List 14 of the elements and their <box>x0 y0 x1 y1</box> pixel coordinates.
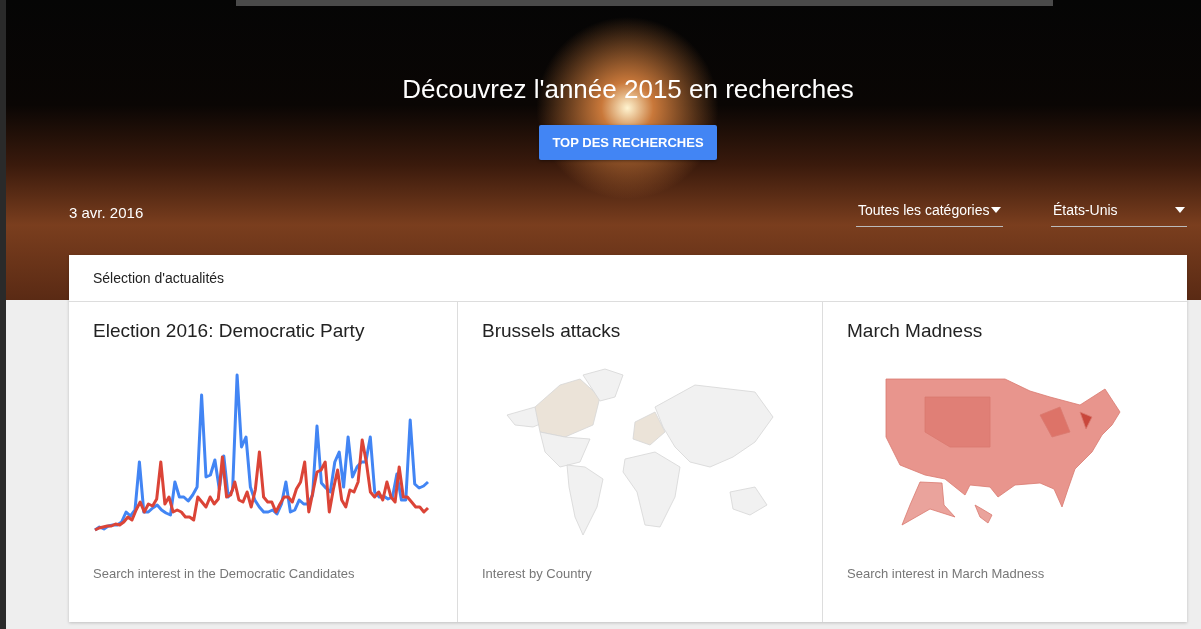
story-title[interactable]: Brussels attacks <box>482 320 798 342</box>
story-caption: Search interest in March Madness <box>847 566 1046 581</box>
story-caption: Interest by Country <box>482 566 593 581</box>
section-title: Sélection d'actualités <box>69 255 1187 302</box>
hero-title: Découvrez l'année 2015 en recherches <box>401 74 855 105</box>
story-caption: Search interest in the Democratic Candidates <box>93 566 356 581</box>
caret-icon <box>991 207 1001 213</box>
top-searches-button[interactable]: TOP DES RECHERCHES <box>539 125 717 160</box>
caret-icon <box>1175 207 1185 213</box>
dropdown[interactable]: États-Unis <box>1051 198 1187 227</box>
dropdown[interactable]: Toutes les catégories <box>856 198 1003 227</box>
date-label: 3 avr. 2016 <box>69 204 144 221</box>
story-title[interactable]: Election 2016: Democratic Party <box>93 320 433 342</box>
story-title[interactable]: March Madness <box>847 320 1163 342</box>
